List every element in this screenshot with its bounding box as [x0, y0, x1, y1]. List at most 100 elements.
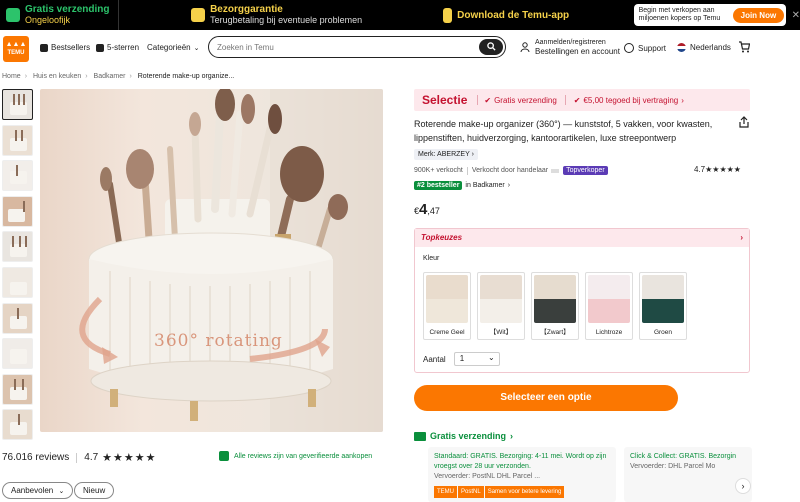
product-rating[interactable]: 4.7★★★★★ [694, 165, 741, 174]
cart-button[interactable] [738, 41, 750, 53]
check-icon: ✔ [484, 95, 492, 105]
thumbnail-8[interactable] [2, 338, 33, 370]
select-option-button[interactable]: Selecteer een optie [414, 385, 678, 411]
temu-logo[interactable]: ▲▲▲ TEMU [3, 36, 29, 62]
badge-samen: Samen voor betere levering [484, 486, 565, 498]
top-seller-badge: Topverkoper [563, 166, 608, 175]
close-icon[interactable]: ✕ [792, 10, 800, 21]
thumbnail-5[interactable] [2, 231, 33, 263]
color-option-lichtroze[interactable]: Lichtroze [585, 272, 633, 340]
badge-postnl: PostNL [458, 486, 484, 498]
thumbnail-4[interactable] [2, 195, 33, 227]
badge-temu: TEMU [434, 486, 457, 498]
account-top: Aanmelden/registreren [535, 39, 606, 46]
color-option-groen[interactable]: Groen [639, 272, 687, 340]
nav-bestsellers[interactable]: Bestsellers [40, 43, 90, 52]
chevron-right-icon: › [507, 182, 511, 189]
option-image [480, 275, 522, 323]
thumbnail-9[interactable] [2, 373, 33, 405]
verified-reviews-note: Alle reviews zijn van geverifieerde aank… [219, 451, 372, 461]
truck-icon [6, 8, 20, 22]
download-app-promo[interactable]: Download de Temu-app [443, 0, 589, 30]
nl-flag-icon [677, 43, 686, 52]
filter-aanbevolen-label: Aanbevolen [11, 486, 54, 495]
filter-aanbevolen[interactable]: Aanbevolen ⌄ [2, 482, 74, 499]
reviews-summary[interactable]: 76.016 reviews 4.7 ★★★★★ [2, 451, 156, 464]
chevron-down-icon: ⌄ [58, 488, 65, 495]
promo-free-title: Gratis verzending [25, 4, 110, 15]
seller-avatar [551, 168, 560, 173]
reviews-stars: ★★★★★ [102, 452, 157, 464]
topkeuzes-title: Topkeuzes [421, 233, 463, 242]
chevron-right-icon: › [471, 151, 474, 158]
breadcrumb-huis[interactable]: Huis en keuken [33, 73, 81, 80]
search-icon [486, 42, 496, 51]
breadcrumb-badkamer[interactable]: Badkamer [94, 73, 126, 80]
option-image [534, 275, 576, 323]
breadcrumb: Home › Huis en keuken › Badkamer › Roterend… [2, 73, 235, 80]
search-button[interactable] [479, 38, 503, 55]
nav-categories-label: Categorieën [147, 43, 191, 52]
collect-shipping-card[interactable]: Click & Collect: GRATIS. Bezorgin Vervoe… [624, 447, 752, 502]
thumbnail-10[interactable] [2, 409, 33, 441]
bestseller-info[interactable]: #2 bestseller in Badkamer › [414, 181, 510, 190]
user-icon [520, 42, 530, 52]
support-label: Support [638, 43, 667, 53]
delivery-badges: TEMU PostNL Samen voor betere levering [434, 486, 610, 498]
support-link[interactable]: Support [624, 43, 666, 53]
filter-nieuw[interactable]: Nieuw [74, 482, 115, 499]
search-input[interactable] [209, 38, 469, 57]
thumbnail-1[interactable] [2, 89, 33, 120]
option-image [642, 275, 684, 323]
option-label: 【Zwart】 [540, 329, 570, 336]
reviews-score: 4.7 [84, 452, 99, 463]
seller-text[interactable]: Verkocht door handelaar [472, 167, 548, 174]
account-menu[interactable]: Aanmelden/registreren Bestellingen en ac… [520, 38, 620, 56]
truck-icon [414, 431, 426, 441]
thumbnail-2[interactable] [2, 124, 33, 156]
promo-guarantee-sub: Terugbetaling bij eventuele problemen [210, 15, 363, 25]
rotating-label: 360° rotating [154, 331, 283, 351]
free-shipping-promo[interactable]: Gratis verzending Ongeloofijk [0, 0, 118, 30]
thumbnail-6[interactable] [2, 266, 33, 298]
share-icon[interactable] [738, 116, 750, 128]
brand-tag[interactable]: Merk: ABERZEY › [414, 149, 478, 160]
quantity-label: Aantal [423, 354, 446, 364]
option-label: 【Wit】 [489, 329, 513, 336]
option-label: Lichtroze [595, 329, 623, 336]
chevron-right-icon[interactable]: › [735, 478, 751, 494]
thumbs-up-icon [40, 43, 48, 52]
join-now-button[interactable]: Join Now [732, 7, 785, 23]
shipping-header[interactable]: Gratis verzending › [414, 431, 513, 441]
standard-carriers: Vervoerder: PostNL DHL Parcel ... [434, 473, 541, 480]
color-option-zwart[interactable]: 【Zwart】 [531, 272, 579, 340]
brand-label: Merk: ABERZEY [418, 151, 470, 158]
chevron-down-icon: ⌄ [487, 353, 495, 362]
join-box[interactable]: Begin met verkopen aan miljoenen kopers … [633, 4, 786, 26]
nav-categories[interactable]: Categorieën ⌄ [147, 43, 199, 52]
price: €4,47 [414, 201, 440, 218]
search-box [208, 36, 506, 58]
color-option-creme-geel[interactable]: Creme Geel [423, 272, 471, 340]
thumbnail-3[interactable] [2, 160, 33, 192]
breadcrumb-home[interactable]: Home [2, 73, 21, 80]
reviews-count: 76.016 reviews [2, 452, 70, 463]
guarantee-promo[interactable]: Bezorggarantie Terugbetaling bij eventue… [118, 0, 363, 30]
color-option-wit[interactable]: 【Wit】 [477, 272, 525, 340]
phone-icon [443, 7, 453, 23]
organizer-illustration [79, 89, 383, 432]
nav-five-stars[interactable]: 5-sterren [96, 43, 139, 52]
quantity-select[interactable]: 1 ⌄ [453, 352, 500, 366]
collect-carriers: Vervoerder: DHL Parcel Mo [630, 463, 716, 470]
standard-shipping-card[interactable]: Standaard: GRATIS. Bezorging: 4-11 mei. … [428, 447, 616, 502]
language-label: Nederlands [690, 43, 731, 52]
selectie-banner[interactable]: Selectie ✔ Gratis verzending ✔ €5,00 teg… [414, 89, 750, 111]
join-text: Begin met verkopen aan miljoenen kopers … [638, 7, 721, 22]
breadcrumb-current: Roterende make-up organize... [137, 73, 235, 80]
promo-guarantee-title: Bezorggarantie [210, 4, 283, 15]
chevron-down-icon: ⌄ [193, 44, 200, 52]
language-selector[interactable]: Nederlands [677, 43, 731, 52]
thumbnail-7[interactable] [2, 302, 33, 334]
topkeuzes-header[interactable]: Topkeuzes › [415, 229, 749, 247]
main-product-image[interactable]: 360° rotating [40, 89, 383, 432]
